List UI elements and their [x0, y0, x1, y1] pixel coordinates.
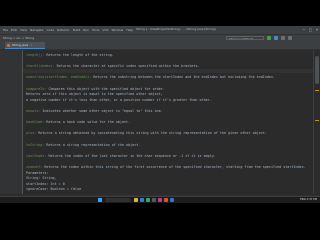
- code-keyword: toString:: [26, 142, 45, 147]
- code-text: a negative number if it's less than othe…: [26, 97, 212, 102]
- menu-item[interactable]: Help: [126, 28, 133, 32]
- code-text: ignoreCase: Boolean = false: [26, 187, 82, 192]
- taskbar: ENG 2:47 PM: [0, 197, 320, 203]
- code-keyword: lastIndex:: [26, 153, 47, 158]
- run-icon[interactable]: [267, 36, 271, 40]
- code-text: Returns the length of the string.: [44, 53, 114, 57]
- code-text: Returns a string obtained by concatenati…: [36, 131, 267, 136]
- screen: File Edit View Navigate Code Refactor Build Run…: [0, 0, 320, 240]
- menu-item[interactable]: Tools: [92, 28, 99, 32]
- app-icon[interactable]: [164, 198, 168, 202]
- taskbar-search[interactable]: [105, 198, 131, 202]
- editor-scrollbar[interactable]: [313, 50, 320, 194]
- browser-icon[interactable]: [140, 198, 144, 202]
- run-configuration-select[interactable]: String (untitled): [226, 36, 264, 40]
- code-text: Parameters:: [26, 170, 49, 175]
- code-keyword: length():: [26, 53, 45, 57]
- start-button[interactable]: [98, 198, 102, 202]
- breadcrumb[interactable]: String > src > String: [3, 36, 34, 40]
- menu-item[interactable]: VCS: [102, 28, 108, 32]
- window-controls: – □ ×: [303, 27, 318, 32]
- code-line[interactable]: plus: Returns a string obtained by conca…: [26, 131, 267, 135]
- ide-window: File Edit View Navigate Code Refactor Build Run…: [0, 26, 320, 203]
- code-line[interactable]: ignoreCase: Boolean = false: [26, 187, 81, 191]
- tab-close-icon[interactable]: ×: [30, 43, 32, 47]
- code-text: String: String,: [26, 176, 57, 181]
- code-line[interactable]: Parameters:: [26, 171, 48, 175]
- code-text: Indicates whether some other object is "…: [40, 109, 163, 113]
- menu-bar: File Edit View Navigate Code Refactor Build Run…: [0, 28, 133, 32]
- minimize-icon[interactable]: –: [303, 27, 305, 32]
- menu-item[interactable]: Navigate: [30, 28, 43, 32]
- menu-item[interactable]: File: [3, 28, 8, 32]
- taskbar-apps: [134, 198, 174, 202]
- code-text: Returns the substring between the startI…: [91, 75, 276, 80]
- app-icon[interactable]: [170, 198, 174, 202]
- code-keyword: compareTo:: [26, 86, 47, 91]
- menu-item[interactable]: Edit: [11, 28, 17, 32]
- code-text: Returns the character at specific index …: [54, 64, 200, 69]
- code-line[interactable]: Returns zero if this object is equal to …: [26, 92, 163, 96]
- stop-icon[interactable]: [281, 36, 285, 40]
- code-text: Returns a hash code value for the object…: [44, 120, 131, 125]
- search-icon[interactable]: [288, 36, 292, 40]
- tab-string-java[interactable]: String.java ×: [5, 42, 45, 49]
- code-text: Returns a string representation of the o…: [44, 142, 141, 147]
- code-line[interactable]: length(): Returns the length of the stri…: [26, 53, 114, 57]
- file-explorer-icon[interactable]: [134, 198, 138, 202]
- code-line[interactable]: substring(startIndex, endIndex): Returns…: [26, 75, 275, 79]
- code-text: Returns the index of the last character …: [46, 153, 216, 158]
- code-line[interactable]: equals: Indicates whether some other obj…: [26, 109, 163, 113]
- code-line[interactable]: a negative number if it's less than othe…: [26, 98, 212, 102]
- close-icon[interactable]: ×: [316, 27, 318, 32]
- menu-item[interactable]: Window: [111, 28, 123, 32]
- code-line[interactable]: compareTo: Compares this object with the…: [26, 87, 165, 91]
- edge-icon[interactable]: [146, 198, 150, 202]
- menu-item[interactable]: Build: [73, 28, 81, 32]
- code-text: Returns zero if this object is equal to …: [26, 92, 163, 97]
- debug-icon[interactable]: [274, 36, 278, 40]
- editor-tab-bar: String.java ×: [0, 42, 320, 50]
- code-line[interactable]: toString: Returns a string representatio…: [26, 143, 140, 147]
- code-keyword: indexOf:: [26, 165, 43, 169]
- window-title: String [...\IdeaProjects\String] - ...\S…: [136, 27, 216, 31]
- tab-label: String.java: [12, 43, 29, 47]
- code-keyword: charAt(index):: [26, 64, 55, 69]
- warning-marker[interactable]: [315, 120, 319, 121]
- menu-item[interactable]: Refactor: [57, 28, 70, 32]
- code-keyword: plus:: [26, 131, 37, 136]
- java-file-icon: [7, 43, 10, 47]
- code-text: startIndex: Int = 0: [26, 181, 65, 186]
- maximize-icon[interactable]: □: [309, 27, 311, 32]
- code-line[interactable]: startIndex: Int = 0: [26, 182, 65, 186]
- intellij-icon[interactable]: [158, 198, 162, 202]
- toolbar-icons: [267, 36, 292, 40]
- code-line[interactable]: String: String,: [26, 176, 57, 180]
- code-line[interactable]: lastIndex: Returns the index of the last…: [26, 154, 216, 158]
- line-number-gutter[interactable]: [0, 50, 23, 194]
- code-line[interactable]: charAt(index): Returns the character at …: [26, 64, 200, 68]
- code-keyword: hashCode:: [26, 120, 45, 125]
- code-text: Compares this object with the specified …: [46, 86, 165, 91]
- code-keyword: equals:: [26, 109, 41, 113]
- warning-marker[interactable]: [315, 90, 319, 91]
- store-icon[interactable]: [152, 198, 156, 202]
- code-line[interactable]: indexOf: Returns the index within this s…: [26, 165, 306, 169]
- code-editor[interactable]: length(): Returns the length of the stri…: [23, 50, 313, 194]
- menu-item[interactable]: Run: [83, 28, 89, 32]
- caret-line-highlight: [23, 69, 313, 73]
- code-text: Returns the index within this string of …: [42, 165, 306, 169]
- code-line[interactable]: hashCode: Returns a hash code value for …: [26, 120, 130, 124]
- menu-item[interactable]: View: [20, 28, 27, 32]
- navigation-bar: String > src > String String (untitled): [0, 34, 320, 42]
- system-tray[interactable]: ENG 2:47 PM: [300, 198, 317, 201]
- scrollbar-thumb[interactable]: [315, 56, 319, 84]
- menu-item[interactable]: Code: [46, 28, 54, 32]
- code-keyword: substring(startIndex, endIndex):: [26, 75, 92, 80]
- title-bar: File Edit View Navigate Code Refactor Build Run…: [0, 26, 320, 34]
